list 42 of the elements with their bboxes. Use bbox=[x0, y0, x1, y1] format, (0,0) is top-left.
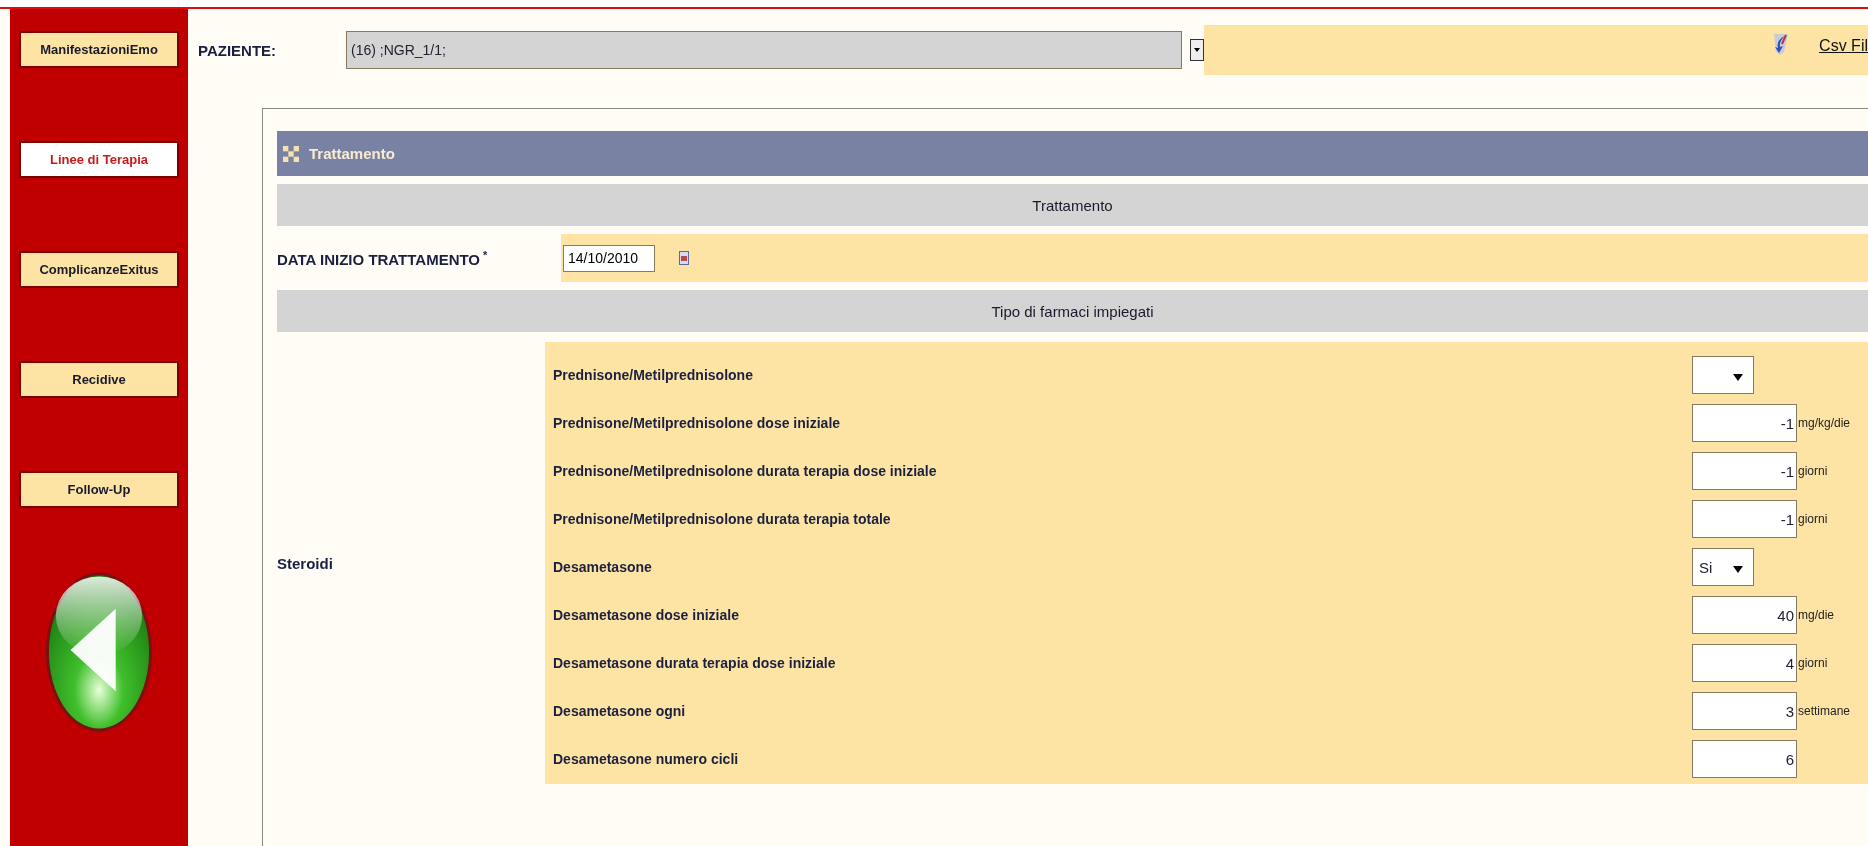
unit-label: giorni bbox=[1798, 464, 1828, 478]
number-field[interactable]: -1 bbox=[1692, 500, 1797, 538]
field-label: DATA INIZIO TRATTAMENTO $^{*}$ bbox=[277, 248, 489, 268]
field-label: Desametasone durata terapia dose iniziale bbox=[553, 655, 837, 671]
number-field[interactable]: 4 bbox=[1692, 644, 1797, 682]
number-field[interactable]: 40 bbox=[1692, 596, 1797, 634]
group-label: Steroidi bbox=[277, 554, 333, 572]
field-label: Desametasone dose iniziale bbox=[553, 607, 740, 623]
nav-button[interactable]: ManifestazioniEmo bbox=[19, 31, 179, 68]
calendar-icon[interactable] bbox=[679, 251, 689, 265]
number-field[interactable]: -1 bbox=[1692, 404, 1797, 442]
nav-button[interactable]: Linee di Terapia bbox=[19, 141, 179, 178]
nav-button[interactable]: Follow-Up bbox=[19, 471, 179, 508]
field-label: Prednisone/Metilprednisolone durata terapia totale bbox=[553, 511, 892, 527]
patient-label: PAZIENTE: bbox=[198, 41, 278, 59]
section-title: Tipo di farmaci impiegati bbox=[991, 302, 1154, 320]
unit-label: giorni bbox=[1798, 656, 1828, 670]
field-label: Prednisone/Metilprednisolone durata terapia dose iniziale bbox=[553, 463, 938, 479]
back-button[interactable] bbox=[45, 571, 153, 733]
date-field[interactable]: 14/10/2010 bbox=[563, 244, 655, 272]
patient-select[interactable]: (16) ;NGR_1/1; bbox=[346, 31, 1182, 69]
select-field[interactable]: Si bbox=[1692, 548, 1754, 586]
field-label: Desametasone numero cicli bbox=[553, 751, 740, 767]
select-field[interactable] bbox=[1692, 356, 1754, 394]
number-field[interactable]: 6 bbox=[1692, 740, 1797, 778]
number-field[interactable]: -1 bbox=[1692, 452, 1797, 490]
field-label: Prednisone/Metilprednisolone bbox=[553, 367, 754, 383]
dropdown-button[interactable] bbox=[1190, 39, 1204, 61]
section-title: Trattamento bbox=[1032, 196, 1113, 214]
csv-file-link[interactable]: Csv Fil bbox=[1819, 37, 1868, 55]
chequered-icon bbox=[283, 145, 299, 162]
field-label: Desametasone ogni bbox=[553, 703, 687, 719]
nav-button[interactable]: Recidive bbox=[19, 361, 179, 398]
field-label: Prednisone/Metilprednisolone dose iniziale bbox=[553, 415, 842, 431]
panel-title: Trattamento bbox=[309, 145, 395, 162]
unit-label: giorni bbox=[1798, 512, 1828, 526]
unit-label: mg/kg/die bbox=[1798, 416, 1851, 430]
unit-label: settimane bbox=[1798, 704, 1851, 718]
unit-label: mg/die bbox=[1798, 608, 1835, 622]
field-label: Desametasone bbox=[553, 559, 653, 575]
number-field[interactable]: 3 bbox=[1692, 692, 1797, 730]
nav-button[interactable]: ComplicanzeExitus bbox=[19, 251, 179, 288]
